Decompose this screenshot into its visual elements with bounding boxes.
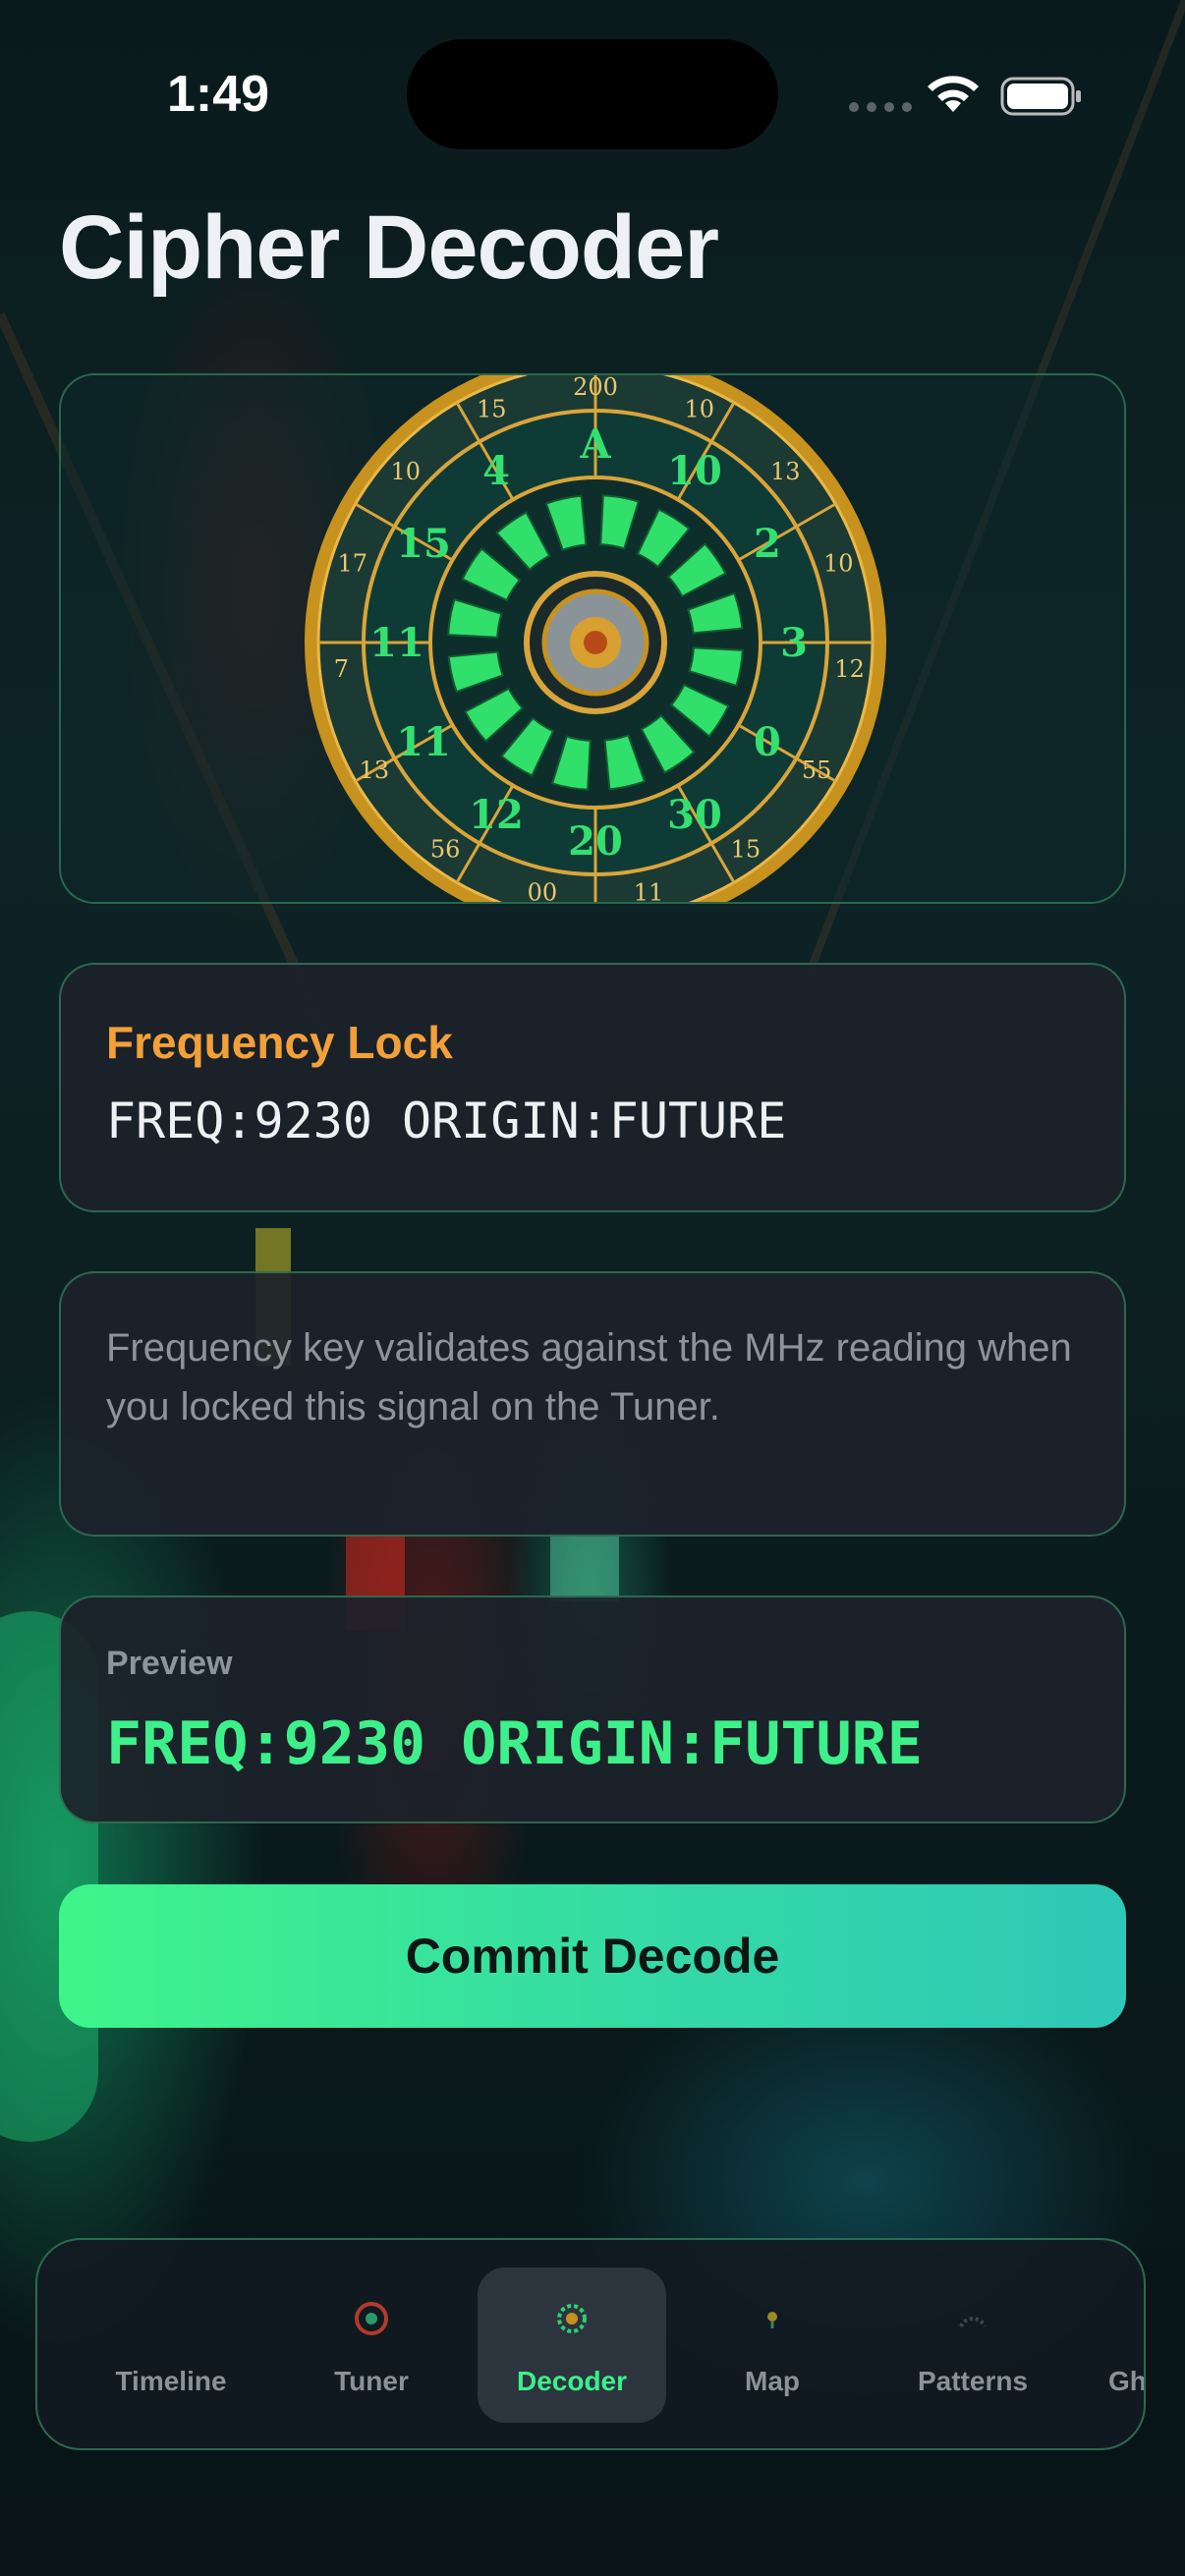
- cipher-dial-panel: 200 10 13 10 12 55 15 11 00 56 13 7 17 10 15 A 10 2 3 0 30 20…: [59, 373, 1126, 904]
- dial-ring-label: 12: [834, 655, 865, 683]
- dial-ring-label: 13: [360, 756, 390, 784]
- preview-card: Preview FREQ:9230 ORIGIN:FUTURE: [59, 1596, 1126, 1823]
- dial-inner-label: 4: [482, 448, 510, 494]
- info-text: Frequency key validates against the MHz …: [106, 1326, 1072, 1428]
- preview-value: FREQ:9230 ORIGIN:FUTURE: [106, 1709, 923, 1778]
- battery-icon: [1000, 77, 1081, 116]
- dial-inner-label: 2: [754, 521, 781, 567]
- tab-label: Decoder: [516, 2366, 628, 2396]
- tuner-icon: [355, 2302, 388, 2335]
- dial-ring-label: 10: [391, 458, 422, 485]
- dynamic-island: [407, 39, 778, 149]
- page-title: Cipher Decoder: [59, 197, 719, 298]
- dial-inner-label: 20: [568, 818, 623, 865]
- patterns-icon: [959, 2317, 987, 2327]
- tab-label: Patterns: [917, 2366, 1029, 2396]
- wifi-icon: [928, 76, 979, 112]
- tab-tuner[interactable]: Tuner: [277, 2268, 466, 2423]
- tab-map[interactable]: Map: [678, 2268, 867, 2423]
- tab-bar: Timeline Tuner Decoder Map Patterns Ghos: [35, 2238, 1146, 2450]
- status-bar: 1:49: [0, 0, 1185, 187]
- tab-label: Tuner: [334, 2366, 409, 2396]
- dial-ring-label: 11: [634, 878, 664, 904]
- timeline-icon: [149, 2297, 193, 2340]
- tab-label: Map: [745, 2366, 800, 2396]
- cellular-signal-icon: [849, 102, 912, 112]
- dial-ring-label: 200: [573, 373, 618, 401]
- dial-ring-label: 55: [802, 756, 832, 784]
- dial-ring-label: 17: [337, 550, 367, 578]
- dial-hub-center: [584, 631, 607, 654]
- dial-ring-label: 7: [334, 655, 349, 683]
- dial-ring-label: 15: [731, 835, 762, 863]
- dial-inner-label: A: [579, 421, 611, 468]
- tab-decoder[interactable]: Decoder: [478, 2268, 666, 2423]
- dial-inner-label: 30: [667, 792, 722, 838]
- tab-patterns[interactable]: Patterns: [878, 2268, 1067, 2423]
- map-icon: [767, 2312, 777, 2328]
- tab-ghost[interactable]: Ghos: [1079, 2268, 1146, 2423]
- frequency-lock-card: Frequency Lock FREQ:9230 ORIGIN:FUTURE: [59, 963, 1126, 1212]
- dial-inner-label: 3: [780, 620, 808, 666]
- frequency-lock-title: Frequency Lock: [106, 1017, 453, 1068]
- commit-decode-button[interactable]: Commit Decode: [59, 1884, 1126, 2028]
- dial-ring-label: 56: [430, 835, 461, 863]
- preview-label: Preview: [106, 1645, 233, 1682]
- dial-ring-label: 10: [823, 550, 854, 578]
- dial-ring-label: 00: [528, 878, 558, 904]
- dial-inner-label: 11: [396, 719, 451, 765]
- dial-ring-label: 10: [684, 395, 714, 422]
- tab-label: Ghos: [1108, 2366, 1146, 2396]
- decoder-icon: [557, 2304, 587, 2333]
- dial-inner-label: 0: [754, 719, 781, 765]
- dial-inner-label: 11: [369, 620, 424, 666]
- status-time: 1:49: [167, 66, 270, 123]
- dial-ring-label: 15: [477, 395, 507, 422]
- tab-label: Timeline: [115, 2366, 227, 2396]
- cipher-dial[interactable]: 200101310125515110056137171015A102303020…: [299, 373, 892, 904]
- dial-inner-label: 10: [667, 448, 722, 494]
- tab-timeline[interactable]: Timeline: [77, 2268, 265, 2423]
- dial-ring-label: 13: [770, 458, 801, 485]
- frequency-lock-value[interactable]: FREQ:9230 ORIGIN:FUTURE: [106, 1092, 786, 1149]
- info-card: Frequency key validates against the MHz …: [59, 1271, 1126, 1537]
- dial-inner-label: 12: [469, 792, 524, 838]
- dial-inner-label: 15: [396, 521, 451, 567]
